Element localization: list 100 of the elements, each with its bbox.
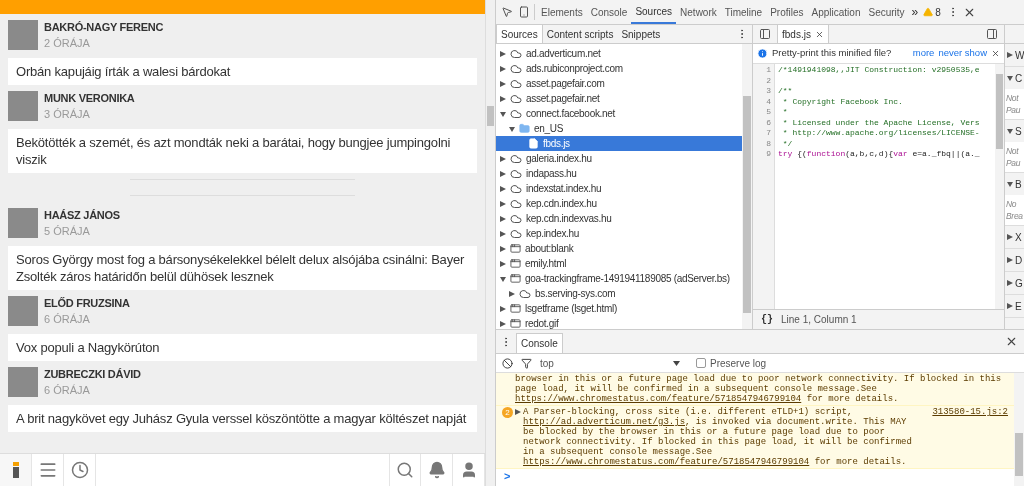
code-token: e=a._fbq||(a._ (911, 149, 980, 160)
tree-item[interactable]: indexstat.index.hu (496, 181, 742, 196)
navigator-tab[interactable]: Snippets (617, 25, 665, 43)
collapsed-triangle-icon[interactable] (500, 305, 506, 312)
tree-item[interactable]: ads.rubiconproject.com (496, 61, 742, 76)
pretty-print-button[interactable]: {} (761, 312, 773, 327)
clock-icon (70, 461, 89, 479)
author-name[interactable]: HAÁSZ JÁNOS (44, 208, 120, 222)
headline-card[interactable]: Orbán kapujáig írták a walesi bárdokat (8, 58, 477, 85)
preserve-log-checkbox[interactable]: Preserve log (696, 355, 767, 371)
code-token: {( (796, 149, 807, 160)
collapsed-triangle-icon[interactable] (500, 170, 506, 177)
tree-item[interactable]: ad.adverticum.net (496, 46, 742, 61)
headline-card[interactable]: A brit nagykövet egy Juhász Gyula verssel köszöntötte a magyar költészet napját (8, 405, 477, 432)
sidebar-pane-header[interactable]: S (1005, 120, 1024, 142)
url-link[interactable]: https://www.chromestatus.com/feature/5718547946799104 (523, 457, 810, 467)
tree-item[interactable]: about:blank (496, 241, 742, 256)
expanded-triangle-icon[interactable] (509, 125, 515, 132)
info-icon (757, 48, 768, 59)
tree-item[interactable]: connect.facebook.net (496, 106, 742, 121)
tree-item[interactable]: asset.pagefair.com (496, 76, 742, 91)
url-link[interactable]: https://www.chromestatus.com/feature/5718547946799104 (515, 394, 802, 404)
sidebar-pane-header[interactable]: B (1005, 173, 1024, 195)
collapsed-triangle-icon[interactable] (500, 65, 506, 72)
clear-console-icon (502, 357, 513, 369)
collapsed-triangle-icon[interactable] (500, 200, 506, 207)
collapsed-triangle-icon[interactable] (500, 155, 506, 162)
author-name[interactable]: ZUBRECZKI DÁVID (44, 367, 141, 381)
editor-tab[interactable]: fbds.js (777, 25, 829, 43)
cloud-icon (510, 212, 522, 225)
sidebar-pane-header[interactable]: D (1005, 249, 1024, 271)
devtools-tab[interactable]: Network (676, 0, 721, 24)
sidebar-pane-header[interactable]: X (1005, 226, 1024, 248)
headline-card[interactable]: Vox populi a Nagykörúton (8, 334, 477, 361)
headline-card[interactable]: Soros György most fog a bársonysékelekkel bélelt delux alsójába csinálni: Bayer Zsolték záros határidőn belül dühösek lesznek (8, 246, 477, 290)
collapsed-triangle-icon[interactable] (500, 185, 506, 192)
collapsed-triangle-icon[interactable] (500, 50, 506, 57)
tree-item[interactable]: fbds.js (496, 136, 742, 151)
more-tabs-button[interactable]: » (908, 3, 922, 21)
line-number: 2 (766, 75, 771, 86)
devtools-tab[interactable]: Timeline (720, 0, 767, 24)
tree-item[interactable]: kep.index.hu (496, 226, 742, 241)
headline-card[interactable]: Bekötötték a szemét, és azt mondták neki a barátai, hogy bungjee jumpingolni viszik (8, 129, 477, 173)
tree-item[interactable]: goa-trackingframe-1491941189085 (adServer.bs) (496, 271, 742, 286)
author-name[interactable]: BAKRÓ-NAGY FERENC (44, 20, 164, 34)
expanded-triangle-icon[interactable] (500, 110, 506, 117)
code-token: function (806, 149, 846, 160)
search-button[interactable] (389, 454, 421, 486)
collapsed-triangle-icon[interactable] (500, 230, 506, 237)
tree-item[interactable]: indapass.hu (496, 166, 742, 181)
devtools-tab[interactable]: Profiles (766, 0, 808, 24)
context-select[interactable]: top (540, 355, 680, 371)
tree-item[interactable]: emily.html (496, 256, 742, 271)
tree-item[interactable]: kep.cdn.index.hu (496, 196, 742, 211)
console-warning-message: A Parser-blocking, cross site (i.e. different eTLD+1) script, http://ad.adverticum.net/g3.js, is invoked via document.write. This MAY be blocked by the browser in this or a future page load due to poor network connectivity. If blocked in this page load, it will be confirmed in a subsequent console message.See https://www.chromestatus.com/feature/5718547946799104 for more details. (523, 407, 913, 467)
navigator-tab[interactable]: Content scripts (542, 25, 618, 43)
tree-item[interactable]: galeria.index.hu (496, 151, 742, 166)
scrollbar[interactable] (742, 44, 752, 329)
expanded-triangle-icon[interactable] (500, 275, 506, 282)
tree-item[interactable]: lsgetframe (lsget.html) (496, 301, 742, 316)
collapsed-triangle-icon[interactable] (500, 95, 506, 102)
avatar-placeholder (8, 367, 38, 397)
message-source-link[interactable]: 313580-15.js:2 (924, 407, 1008, 417)
window-icon (510, 318, 521, 329)
devtools-tab[interactable]: Console (586, 0, 632, 24)
collapsed-triangle-icon[interactable] (500, 245, 506, 252)
cloud-icon (510, 107, 522, 120)
collapsed-triangle-icon[interactable] (500, 320, 506, 327)
console-tab[interactable]: Console (516, 333, 563, 353)
sidebar-pane-header[interactable]: E (1005, 295, 1024, 317)
warning-count[interactable]: 8 (935, 4, 941, 20)
author-name[interactable]: MUNK VERONIKA (44, 91, 135, 105)
collapsed-triangle-icon[interactable] (500, 260, 506, 267)
tree-item[interactable]: bs.serving-sys.com (496, 286, 742, 301)
expand-triangle-icon[interactable] (515, 409, 521, 415)
devtools-tab[interactable]: Security (864, 0, 909, 24)
console-prompt[interactable]: > (496, 469, 519, 483)
sidebar-pane-header[interactable]: G (1005, 272, 1024, 294)
tree-item[interactable]: kep.cdn.indexvas.hu (496, 211, 742, 226)
navigator-tab[interactable]: Sources (496, 25, 543, 43)
more-link[interactable]: more (912, 46, 935, 61)
tree-item[interactable]: redot.gif (496, 316, 742, 329)
tree-item[interactable]: en_US (496, 121, 742, 136)
scrollbar[interactable] (995, 64, 1004, 309)
window-icon (510, 303, 521, 314)
tree-item[interactable]: asset.pagefair.net (496, 91, 742, 106)
scrollbar[interactable] (1014, 373, 1024, 486)
sidebar-pane-header[interactable]: W (1005, 44, 1024, 66)
sidebar-pane-header[interactable]: C (1005, 67, 1024, 89)
code-token: * Copyright Facebook Inc. (781, 96, 903, 107)
never-show-link[interactable]: never show (938, 46, 987, 61)
author-name[interactable]: ELŐD FRUZSINA (44, 296, 130, 310)
collapsed-triangle-icon[interactable] (509, 290, 515, 297)
logo-button[interactable] (0, 454, 32, 486)
collapsed-triangle-icon[interactable] (500, 215, 506, 222)
collapsed-triangle-icon[interactable] (500, 80, 506, 87)
devtools-tab[interactable]: Application (807, 0, 865, 24)
cloud-icon (510, 197, 522, 210)
devtools-tab[interactable]: Elements (537, 0, 587, 24)
scrollbar[interactable] (485, 0, 495, 486)
